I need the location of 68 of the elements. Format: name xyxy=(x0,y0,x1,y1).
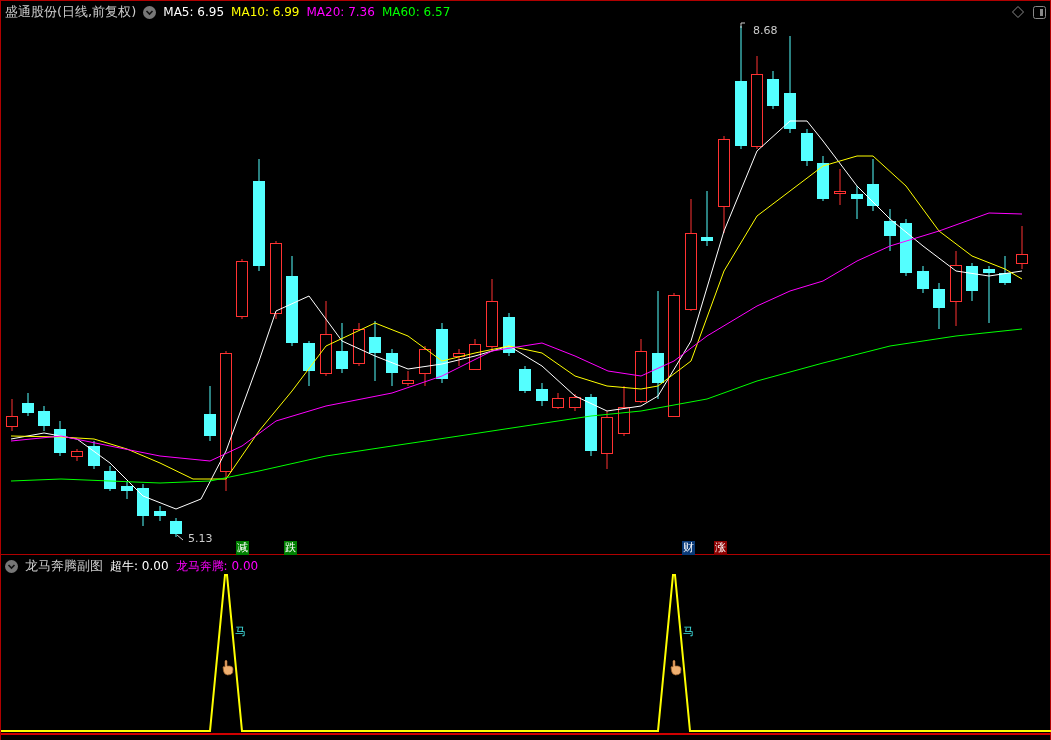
candlestick xyxy=(469,338,481,370)
candlestick xyxy=(170,517,182,538)
candlestick xyxy=(453,348,465,367)
candlestick xyxy=(236,258,248,320)
candlestick xyxy=(966,262,978,302)
signal-marker: 马 xyxy=(683,625,694,638)
candlestick xyxy=(38,405,50,432)
candlestick xyxy=(552,392,564,410)
collapse-icon[interactable] xyxy=(5,559,18,573)
candlestick xyxy=(867,158,879,212)
candlestick xyxy=(71,448,83,462)
candlestick xyxy=(303,340,315,387)
candlestick xyxy=(436,322,448,384)
candlestick xyxy=(104,465,116,492)
signal-tag: 减 xyxy=(236,541,249,555)
candlestick xyxy=(834,168,846,206)
candlestick xyxy=(22,392,34,417)
signal-tag: 跌 xyxy=(284,541,297,555)
candlestick xyxy=(917,265,929,294)
candlestick xyxy=(121,480,133,500)
candlestick xyxy=(1016,225,1028,270)
candlestick xyxy=(369,320,381,382)
chart-title: 龙马奔腾副图 xyxy=(25,557,103,575)
candlestick xyxy=(851,185,863,220)
hand-icon xyxy=(222,659,234,676)
collapse-icon[interactable] xyxy=(143,5,157,19)
candlestick xyxy=(536,382,548,407)
candlestick xyxy=(900,218,912,277)
candlestick xyxy=(137,483,149,527)
indicator-value: MA20: 7.36 xyxy=(306,5,375,19)
hand-icon xyxy=(670,659,682,676)
panel-toggle-icon[interactable] xyxy=(1033,5,1046,19)
candlestick xyxy=(336,322,348,374)
candlestick xyxy=(204,385,216,442)
indicator-value: MA10: 6.99 xyxy=(231,5,300,19)
candlestick xyxy=(767,70,779,110)
candlestick xyxy=(933,282,945,330)
candlestick xyxy=(884,208,896,252)
price-label: 5.13 xyxy=(176,532,213,545)
candlestick xyxy=(801,128,813,167)
candlestick xyxy=(569,393,581,412)
chart-title: 盛通股份(日线,前复权) xyxy=(5,3,137,21)
indicator-value: MA5: 6.95 xyxy=(163,5,225,19)
candlestick xyxy=(386,348,398,387)
candlestick xyxy=(88,440,100,470)
candlestick xyxy=(402,370,414,387)
candlestick xyxy=(618,385,630,437)
candlestick xyxy=(601,410,613,470)
candlestick xyxy=(817,155,829,202)
candlestick xyxy=(503,312,515,357)
candlestick xyxy=(154,505,166,522)
indicator-value: MA60: 6.57 xyxy=(381,5,451,19)
candlestick xyxy=(54,420,66,457)
candlestick xyxy=(519,365,531,394)
candlestick xyxy=(6,398,18,432)
candlestick xyxy=(983,265,995,324)
candlestick xyxy=(999,255,1011,286)
candlestick xyxy=(635,338,647,404)
signal-tag: 财 xyxy=(682,541,695,555)
indicator-value: 超牛: 0.00 xyxy=(110,557,169,575)
candlestick xyxy=(701,190,713,247)
candlestick xyxy=(585,393,597,457)
signal-tag: 涨 xyxy=(714,541,727,555)
signal-marker: 马 xyxy=(235,625,246,638)
candlestick xyxy=(419,345,431,387)
price-label: 8.68 xyxy=(740,22,778,37)
indicator-value: 龙马奔腾: 0.00 xyxy=(175,557,259,575)
candlestick xyxy=(353,322,365,367)
